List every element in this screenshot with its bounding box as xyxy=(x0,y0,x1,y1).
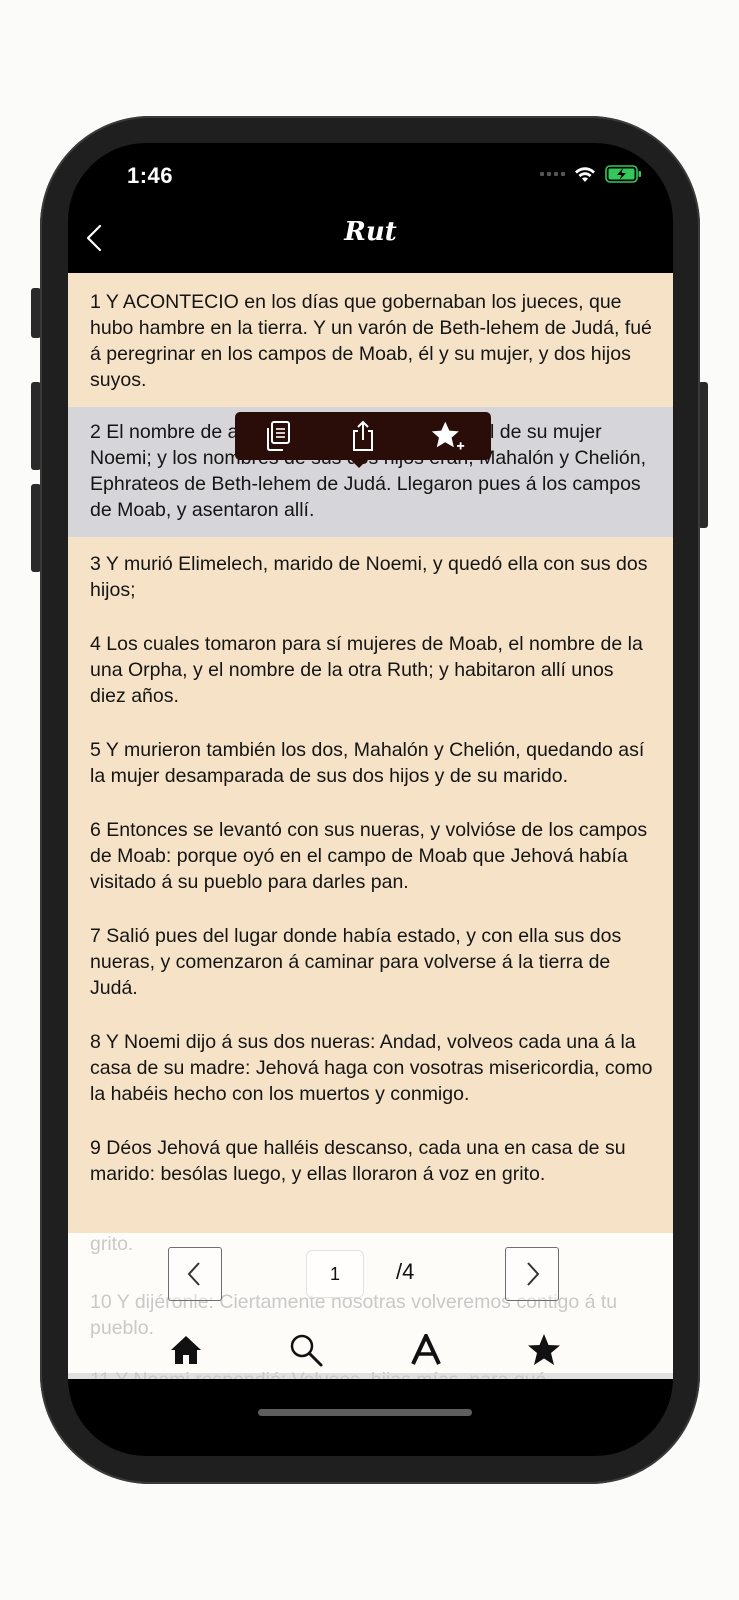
tab-search[interactable] xyxy=(284,1328,328,1372)
home-icon xyxy=(171,1336,201,1364)
phone-screen: 1:46 Rut 1 Y ACONTECIO en los días que g… xyxy=(68,143,673,1456)
add-favorite-button[interactable] xyxy=(430,418,466,454)
font-icon xyxy=(411,1334,441,1365)
verse-7[interactable]: 7 Salió pues del lugar donde había estad… xyxy=(68,909,673,1015)
navigation-bar: Rut xyxy=(68,203,673,273)
chevron-right-icon xyxy=(527,1262,540,1286)
star-icon xyxy=(528,1334,560,1365)
page-number-input[interactable]: 1 xyxy=(306,1250,364,1298)
status-time: 1:46 xyxy=(127,163,174,188)
verse-6[interactable]: 6 Entonces se levantó con sus nueras, y … xyxy=(68,803,673,909)
verse-3[interactable]: 3 Y murió Elimelech, marido de Noemi, y … xyxy=(68,537,673,617)
wifi-icon xyxy=(575,167,595,182)
chevron-left-icon xyxy=(187,1262,200,1286)
home-indicator[interactable] xyxy=(258,1409,472,1416)
tab-font-size[interactable] xyxy=(404,1328,448,1372)
star-add-icon xyxy=(432,421,465,450)
verse-4[interactable]: 4 Los cuales tomaron para sí mujeres de … xyxy=(68,617,673,723)
verse-1[interactable]: 1 Y ACONTECIO en los días que gobernaban… xyxy=(68,273,673,407)
verse-9[interactable]: 9 Déos Jehová que halléis descanso, cada… xyxy=(68,1121,673,1201)
copy-button[interactable] xyxy=(260,418,296,454)
next-page-button[interactable] xyxy=(505,1247,559,1301)
previous-page-button[interactable] xyxy=(168,1247,222,1301)
page-total: /4 xyxy=(396,1259,415,1284)
chapter-content[interactable]: 1 Y ACONTECIO en los días que gobernaban… xyxy=(68,273,673,1373)
bottom-toolbar: grito. 10 Y dijéronle: Ciertamente nosot… xyxy=(68,1233,673,1379)
tab-favorites[interactable] xyxy=(522,1328,566,1372)
search-icon xyxy=(290,1334,323,1367)
share-button[interactable] xyxy=(345,418,381,454)
notch xyxy=(216,143,524,188)
status-icons xyxy=(540,165,643,183)
book-title: Rut xyxy=(344,217,397,247)
copy-icon xyxy=(266,421,290,451)
share-icon xyxy=(352,420,373,451)
cellular-signal-icon xyxy=(540,172,565,176)
verse-action-popup xyxy=(235,412,491,468)
tab-home[interactable] xyxy=(164,1328,208,1372)
verse-5[interactable]: 5 Y murieron también los dos, Mahalón y … xyxy=(68,723,673,803)
battery-charging-icon xyxy=(605,165,641,183)
verse-8[interactable]: 8 Y Noemi dijo á sus dos nueras: Andad, … xyxy=(68,1015,673,1121)
